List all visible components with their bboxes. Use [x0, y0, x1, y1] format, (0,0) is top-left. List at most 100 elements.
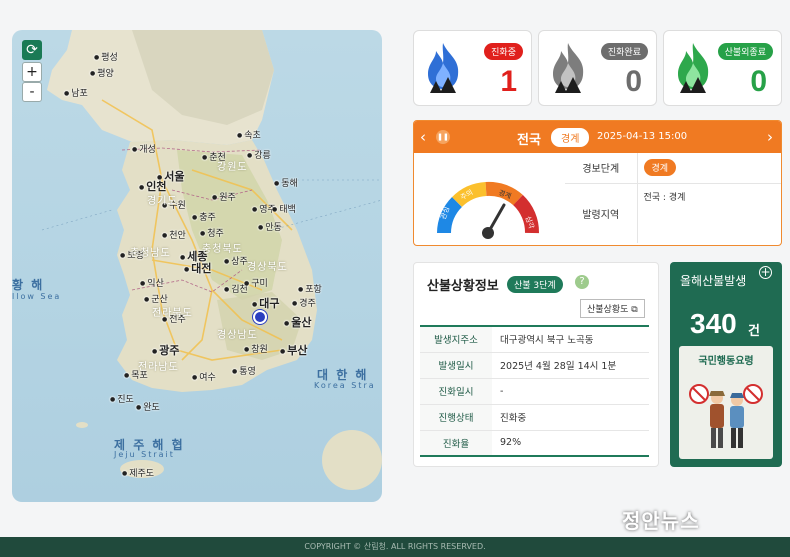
- map-city-label: 동해: [274, 176, 298, 189]
- map-province-label: 경상북도: [247, 262, 288, 273]
- map-city-label: 안동: [258, 220, 282, 233]
- next-arrow-icon[interactable]: ›: [767, 128, 773, 146]
- alert-level-chip: 경계: [550, 127, 591, 148]
- table-row: 진화율 92%: [420, 430, 649, 457]
- map-province-label: 경기도: [147, 196, 178, 207]
- status-badge: 진화완료: [600, 43, 648, 60]
- plus-icon[interactable]: +: [759, 266, 772, 279]
- map-city-label: 울산: [284, 314, 311, 330]
- status-badge: 진화중: [484, 43, 523, 60]
- map-province-label: 전라북도: [152, 308, 193, 319]
- yearly-fire-title: 올해산불발생: [680, 274, 747, 288]
- gray-flame-icon: [553, 43, 584, 93]
- map-sea-label: 황 해: [12, 278, 45, 292]
- active-fire-marker[interactable]: [253, 310, 267, 324]
- alert-region: 전국: [517, 133, 541, 148]
- map-city-label: 창원: [244, 342, 268, 355]
- alert-panel: ‹ ❚❚ 전국 경계 2025-04-13 15:00 › 관심 주의 경계 심…: [413, 120, 782, 246]
- map-city-label: 대구: [252, 295, 279, 311]
- map-city-label: 남포: [64, 86, 88, 99]
- fire-info-panel: 산불상황정보 산불 3단계 ? 산불상황도 ⧉ 발생지주소 대구광역시 북구 노…: [413, 262, 659, 467]
- alert-row-value: 전국 : 경계: [643, 192, 686, 203]
- map-province-label: 충청남도: [130, 248, 171, 259]
- watermark-logo: 정안뉴스: [622, 509, 700, 533]
- table-row: 진화일시 -: [420, 378, 649, 405]
- help-icon[interactable]: ?: [575, 275, 589, 289]
- info-key: 발생지주소: [420, 326, 492, 353]
- alert-level-badge: 경계: [643, 159, 677, 177]
- green-flame-icon: [678, 43, 709, 93]
- map-city-label: 대전: [184, 260, 211, 276]
- map-refresh-button[interactable]: ⟳: [22, 40, 42, 60]
- blue-flame-icon: [428, 43, 459, 93]
- map-city-label: 완도: [136, 400, 160, 413]
- alert-row-value: 경계: [637, 153, 781, 184]
- zoom-in-button[interactable]: +: [22, 62, 42, 82]
- info-value: -: [492, 378, 649, 405]
- table-row: 진행상태 진화중: [420, 404, 649, 431]
- table-row: 발생지주소 대구광역시 북구 노곡동: [420, 326, 649, 353]
- pause-icon[interactable]: ❚❚: [436, 130, 450, 144]
- info-value: 진화중: [492, 404, 649, 431]
- fire-map-detail-button[interactable]: 산불상황도 ⧉: [580, 299, 645, 318]
- alert-table: 경보단계 경계 발령지역 전국 : 경계: [565, 153, 781, 243]
- other-end-count: 0: [750, 65, 767, 98]
- map-city-label: 구미: [244, 276, 268, 289]
- info-value: 2025년 4월 28일 14시 1분: [492, 352, 649, 379]
- map-sea-label: llow Sea: [12, 292, 62, 301]
- info-value: 92%: [492, 430, 649, 457]
- fire-info-table: 발생지주소 대구광역시 북구 노곡동 발생일시 2025년 4월 28일 14시…: [420, 325, 649, 457]
- status-badge: 산불외종료: [717, 43, 773, 60]
- info-key: 진행상태: [420, 404, 492, 431]
- map-city-label: 평양: [90, 66, 114, 79]
- prev-arrow-icon[interactable]: ‹: [420, 128, 426, 146]
- map-sea-label: Jeju Strait: [114, 450, 175, 459]
- map-city-label: 평성: [94, 50, 118, 63]
- yearly-fire-panel: 올해산불발생 + 340 건 국민행동요령: [670, 262, 782, 467]
- map-city-label: 태백: [272, 202, 296, 215]
- yearly-fire-unit: 건: [748, 324, 760, 339]
- map-city-label: 원주: [212, 190, 236, 203]
- footer: COPYRIGHT © 산림청. ALL RIGHTS RESERVED.: [0, 537, 790, 557]
- map-province-label: 충청북도: [202, 244, 243, 255]
- map-city-label: 청주: [200, 226, 224, 239]
- campaign-banner[interactable]: 국민행동요령: [679, 346, 773, 459]
- map-city-label: 여수: [192, 370, 216, 383]
- status-card-other[interactable]: 산불외종료 0: [663, 30, 782, 106]
- alert-datetime: 2025-04-13 15:00: [597, 131, 688, 142]
- info-key: 진화율: [420, 430, 492, 457]
- info-key: 진화일시: [420, 378, 492, 405]
- fire-stage-badge: 산불 3단계: [507, 276, 563, 293]
- contained-fire-count: 0: [625, 65, 642, 98]
- map-province-label: 강원도: [217, 162, 248, 173]
- map-city-label: 익산: [140, 276, 164, 289]
- map-city-label: 통영: [232, 364, 256, 377]
- map-city-label: 충주: [192, 210, 216, 223]
- map-city-label: 진도: [110, 392, 134, 405]
- map-sea-label: Korea Stra: [314, 381, 376, 390]
- alert-row-key: 발령지역: [565, 183, 638, 243]
- fire-info-title: 산불상황정보: [427, 279, 499, 294]
- active-fire-count: 1: [500, 65, 517, 98]
- zoom-out-button[interactable]: -: [22, 82, 42, 102]
- map-province-label: 전라남도: [138, 362, 179, 373]
- map-city-label: 제주도: [122, 466, 154, 479]
- hikers-illustration: [689, 384, 763, 448]
- wildfire-map[interactable]: ⟳ + - 평성 평양 남포 개성 서울 인천 춘천 강릉 원주 수원 청주 동…: [12, 30, 382, 502]
- alert-level-gauge: 관심 주의 경계 심각: [437, 181, 539, 239]
- alert-header: ‹ ❚❚ 전국 경계 2025-04-13 15:00 ›: [414, 121, 781, 153]
- status-card-contained[interactable]: 진화완료 0: [538, 30, 657, 106]
- map-city-label: 광주: [152, 342, 179, 358]
- alert-row-key: 경보단계: [565, 153, 638, 184]
- status-card-active[interactable]: 진화중 1: [413, 30, 532, 106]
- yearly-fire-count: 340: [690, 308, 737, 339]
- map-city-label: 강릉: [247, 148, 271, 161]
- table-row: 발생일시 2025년 4월 28일 14시 1분: [420, 352, 649, 379]
- map-city-label: 개성: [132, 142, 156, 155]
- map-city-label: 천안: [162, 228, 186, 241]
- map-city-label: 경주: [292, 296, 316, 309]
- info-value: 대구광역시 북구 노곡동: [492, 326, 649, 353]
- map-city-label: 포항: [298, 282, 322, 295]
- map-province-label: 경상남도: [217, 330, 258, 341]
- map-city-label: 상주: [224, 254, 248, 267]
